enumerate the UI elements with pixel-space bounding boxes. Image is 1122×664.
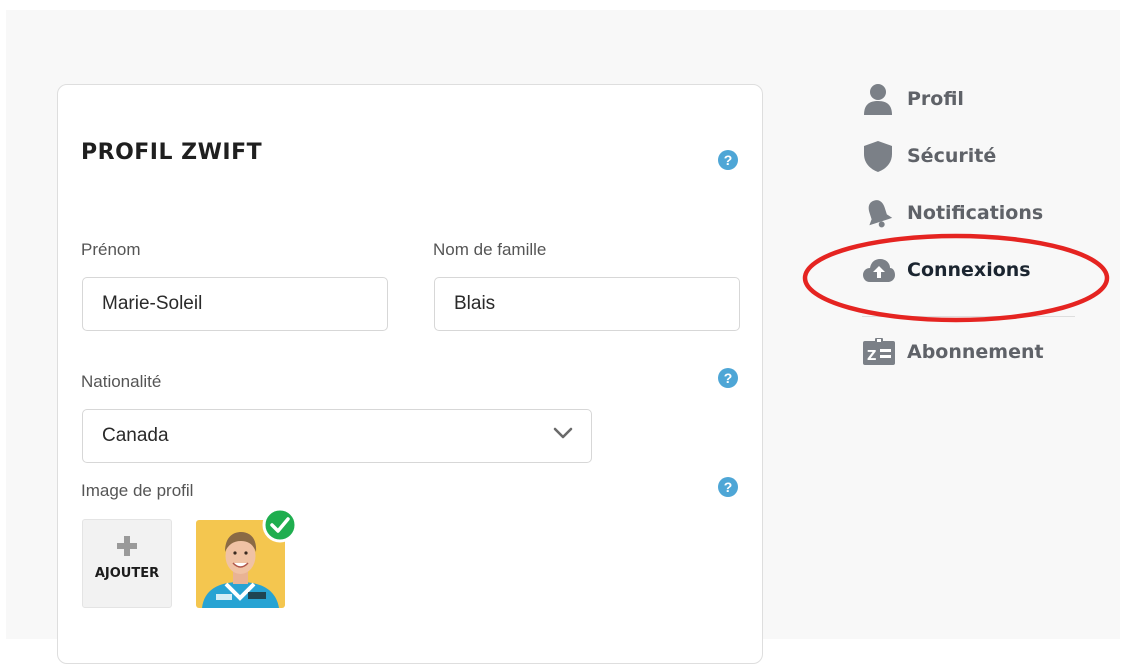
user-icon — [862, 83, 896, 115]
nav-label-notifications: Notifications — [907, 202, 1044, 224]
profile-image-help-icon[interactable]: ? — [718, 477, 738, 497]
nationality-select[interactable]: Canada — [82, 409, 592, 463]
first-name-field[interactable]: Marie-Soleil — [82, 277, 388, 331]
nav-label-abonnement: Abonnement — [907, 341, 1044, 363]
nav-label-profil: Profil — [907, 88, 964, 110]
nav-item-profil[interactable]: Profil — [862, 83, 964, 115]
last-name-field[interactable]: Blais — [434, 277, 740, 331]
title-help-icon[interactable]: ? — [718, 150, 738, 170]
nav-label-securite: Sécurité — [907, 145, 997, 167]
highlight-circle — [802, 233, 1110, 323]
nationality-help-icon[interactable]: ? — [718, 368, 738, 388]
last-name-value: Blais — [454, 293, 496, 314]
nationality-value: Canada — [102, 425, 169, 446]
check-icon — [262, 507, 298, 543]
nav-item-notifications[interactable]: Notifications — [862, 197, 1043, 229]
nav-item-securite[interactable]: Sécurité — [862, 140, 996, 172]
svg-text:Z: Z — [867, 349, 876, 364]
plus-icon — [117, 536, 137, 556]
id-card-icon: Z — [862, 336, 896, 368]
add-image-button[interactable]: AJOUTER — [82, 519, 172, 608]
nav-item-abonnement[interactable]: Z Abonnement — [862, 336, 1044, 368]
bell-icon — [862, 197, 896, 229]
nationality-label: Nationalité — [81, 372, 162, 391]
add-image-label: AJOUTER — [94, 566, 160, 581]
last-name-label: Nom de famille — [433, 240, 547, 259]
chevron-down-icon — [553, 427, 573, 439]
shield-icon — [862, 140, 896, 172]
card-title: PROFIL ZWIFT — [81, 140, 263, 165]
profile-image-label: Image de profil — [81, 481, 194, 500]
first-name-value: Marie-Soleil — [102, 293, 203, 314]
first-name-label: Prénom — [81, 240, 141, 259]
